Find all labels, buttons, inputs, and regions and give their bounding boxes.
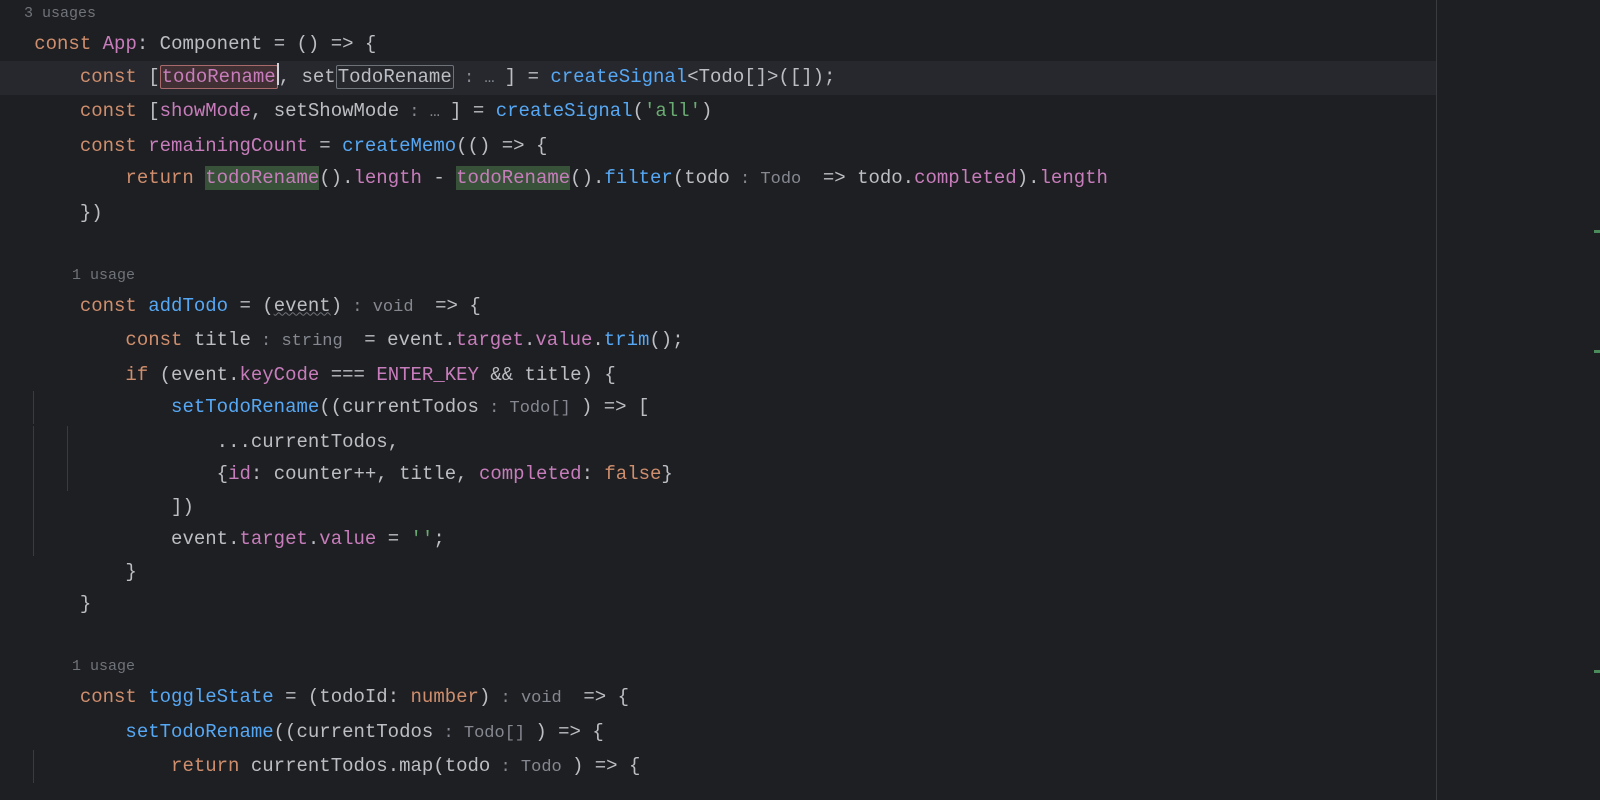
underlined-param: event bbox=[274, 295, 331, 317]
code-line[interactable]: } bbox=[0, 556, 1436, 589]
usages-hint[interactable]: 1 usage bbox=[0, 262, 1436, 290]
blank-line bbox=[0, 621, 1436, 654]
inlay-hint: : Todo[] bbox=[433, 724, 535, 743]
code-line[interactable]: const [showMode, setShowMode : … ] = cre… bbox=[0, 95, 1436, 130]
code-line[interactable]: {id: counter++, title, completed: false} bbox=[0, 458, 1436, 491]
code-line[interactable]: if (event.keyCode === ENTER_KEY && title… bbox=[0, 359, 1436, 392]
code-line[interactable]: const App: Component = () => { bbox=[0, 28, 1436, 61]
code-line[interactable]: } bbox=[0, 588, 1436, 621]
code-line[interactable]: const toggleState = (todoId: number) : v… bbox=[0, 681, 1436, 716]
code-line[interactable]: const remainingCount = createMemo(() => … bbox=[0, 130, 1436, 163]
code-line[interactable]: }) bbox=[0, 197, 1436, 230]
error-stripe[interactable] bbox=[1437, 0, 1600, 800]
change-marker[interactable] bbox=[1594, 670, 1600, 673]
inlay-hint: : Todo bbox=[490, 758, 572, 777]
inlay-hint: : Todo bbox=[730, 170, 812, 189]
code-line[interactable]: event.target.value = ''; bbox=[0, 523, 1436, 556]
code-line[interactable]: return currentTodos.map(todo : Todo ) =>… bbox=[0, 750, 1436, 785]
change-marker[interactable] bbox=[1594, 230, 1600, 233]
usages-hint[interactable]: 1 usage bbox=[0, 653, 1436, 681]
code-line[interactable]: setTodoRename((currentTodos : Todo[] ) =… bbox=[0, 391, 1436, 426]
inlay-hint: : string bbox=[251, 332, 353, 351]
code-line[interactable]: const addTodo = (event) : void => { bbox=[0, 290, 1436, 325]
inlay-hint: : … bbox=[454, 69, 505, 88]
code-line[interactable]: ...currentTodos, bbox=[0, 426, 1436, 459]
change-marker[interactable] bbox=[1594, 350, 1600, 353]
highlight-occurrence: todoRename bbox=[456, 166, 570, 190]
blank-line bbox=[0, 229, 1436, 262]
code-line[interactable]: setTodoRename((currentTodos : Todo[] ) =… bbox=[0, 716, 1436, 751]
rename-linked-token[interactable]: TodoRename bbox=[336, 65, 454, 89]
code-line[interactable]: ]) bbox=[0, 491, 1436, 524]
rename-source-token[interactable]: todoRename bbox=[160, 65, 278, 89]
code-line[interactable]: const title : string = event.target.valu… bbox=[0, 324, 1436, 359]
highlight-occurrence: todoRename bbox=[205, 166, 319, 190]
inlay-hint: : void bbox=[342, 298, 424, 317]
code-line[interactable]: return todoRename().length - todoRename(… bbox=[0, 162, 1436, 197]
inlay-hint: : … bbox=[399, 103, 450, 122]
inlay-hint: : void bbox=[490, 689, 572, 708]
inlay-hint: : Todo[] bbox=[479, 399, 581, 418]
code-editor[interactable]: 3 usages const App: Component = () => { … bbox=[0, 0, 1436, 800]
usages-hint[interactable]: 3 usages bbox=[0, 0, 1436, 28]
code-line-active[interactable]: const [todoRename, setTodoRename : … ] =… bbox=[0, 61, 1436, 96]
